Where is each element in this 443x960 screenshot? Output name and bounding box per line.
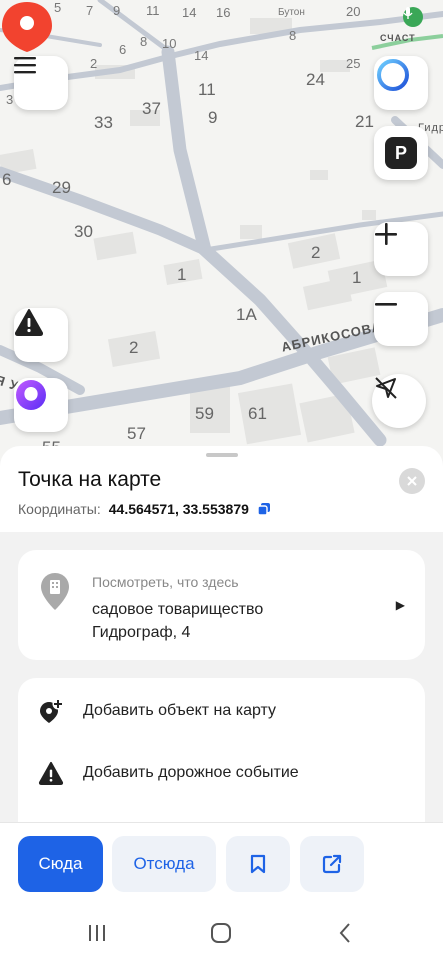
house-number: 11	[146, 3, 160, 18]
back-button[interactable]	[332, 920, 358, 946]
coordinates-label: Координаты:	[18, 501, 101, 517]
house-number: 21	[355, 112, 374, 131]
alice-icon	[377, 59, 409, 91]
house-number: 3	[6, 92, 14, 107]
house-number: 57	[127, 424, 146, 443]
street-label: СЧАСТ	[380, 33, 416, 43]
back-icon	[339, 923, 350, 943]
location-button[interactable]	[372, 374, 426, 428]
house-number: 5	[54, 0, 62, 15]
house-number: 29	[52, 178, 71, 197]
road-event-button[interactable]	[14, 308, 68, 362]
map-pin-icon	[2, 2, 52, 62]
house-number: 10	[162, 36, 177, 51]
house-number: 16	[216, 5, 231, 20]
house-number: 24	[306, 70, 325, 89]
alice-button[interactable]	[374, 56, 428, 110]
route-from-button[interactable]: Отсюда	[112, 836, 216, 892]
route-here-button[interactable]: Сюда	[18, 836, 103, 892]
place-name: садовое товарищество Гидрограф, 4	[92, 598, 263, 644]
place-sheet: Точка на карте Координаты: 44.564571, 33…	[0, 446, 443, 824]
place-name-line1: садовое товарищество	[92, 601, 264, 618]
chevron-right-icon: ▶	[395, 598, 405, 612]
house-number: 37	[142, 99, 161, 118]
menu-icon	[14, 57, 36, 74]
coordinates-row: Координаты: 44.564571, 33.553879	[18, 501, 425, 517]
add-object-label: Добавить объект на карту	[83, 702, 277, 719]
house-number: 6	[119, 42, 127, 57]
house-number: 1A	[236, 305, 257, 324]
warning-icon	[14, 309, 44, 336]
house-number: 20	[346, 4, 361, 19]
add-place-icon	[38, 698, 64, 724]
add-road-event-action[interactable]: Добавить дорожное событие	[18, 742, 425, 804]
whats-here-card[interactable]: Посмотреть, что здесь садовое товарищест…	[18, 550, 425, 660]
poi-label: Бутон	[278, 7, 305, 18]
sheet-title: Точка на карте	[18, 468, 162, 491]
save-button[interactable]	[226, 836, 290, 892]
house-number: 14	[182, 5, 197, 20]
house-number: 6	[2, 170, 12, 189]
map-view[interactable]: 7 9 11 14 16 20 23 6 8 10 14 24 25 2 37 …	[0, 0, 443, 460]
close-button[interactable]	[399, 468, 425, 494]
house-number: 8	[140, 34, 148, 49]
coordinates-value[interactable]: 44.564571, 33.553879	[109, 501, 249, 517]
sheet-header: Точка на карте Координаты: 44.564571, 33…	[0, 446, 443, 532]
house-number: 7	[86, 3, 94, 18]
actions-card: Добавить объект на карту Добавить дорожн…	[18, 678, 425, 824]
close-icon	[407, 476, 417, 486]
whats-here-hint: Посмотреть, что здесь	[92, 574, 239, 590]
system-nav-bar	[0, 906, 443, 960]
house-number: 9	[208, 108, 218, 127]
mic-indicator-icon	[403, 7, 423, 27]
house-number: 8	[289, 28, 297, 43]
house-number: 1	[352, 268, 362, 287]
bookmark-icon	[250, 854, 266, 874]
menu-button[interactable]	[14, 56, 68, 110]
alice-bottom-button[interactable]	[14, 378, 68, 432]
add-object-action[interactable]: Добавить объект на карту	[18, 680, 425, 742]
house-number: 2	[311, 243, 321, 262]
warning-icon	[38, 760, 64, 786]
house-number: 9	[113, 3, 121, 18]
house-number: 2	[129, 338, 139, 357]
building-pin-icon	[41, 573, 69, 610]
parking-label: P	[394, 142, 407, 163]
home-icon	[211, 923, 231, 943]
plus-icon	[375, 223, 397, 245]
house-number: 11	[198, 80, 216, 99]
zoom-in-button[interactable]	[374, 222, 428, 276]
house-number: 2	[90, 56, 98, 71]
alice-icon	[16, 380, 46, 410]
house-number: 25	[346, 56, 361, 71]
house-number: 14	[194, 48, 209, 63]
house-number: 61	[248, 404, 267, 423]
parking-icon: P	[385, 137, 417, 169]
house-number: 33	[94, 113, 113, 132]
add-road-event-label: Добавить дорожное событие	[83, 764, 299, 781]
copy-icon[interactable]	[257, 502, 271, 516]
route-action-bar: Сюда Отсюда	[0, 822, 443, 906]
share-icon	[322, 854, 342, 874]
parking-button[interactable]: P	[374, 126, 428, 180]
zoom-out-button[interactable]	[374, 292, 428, 346]
house-number: 59	[195, 404, 214, 423]
house-number: 30	[74, 222, 93, 241]
recent-apps-icon	[89, 925, 105, 941]
home-button[interactable]	[208, 920, 234, 946]
location-off-icon	[375, 377, 397, 399]
recent-apps-button[interactable]	[84, 920, 110, 946]
sheet-grabber[interactable]	[206, 453, 238, 457]
share-button[interactable]	[300, 836, 364, 892]
house-number: 1	[177, 265, 187, 284]
minus-icon	[375, 303, 397, 306]
place-name-line2: Гидрограф, 4	[92, 624, 191, 641]
